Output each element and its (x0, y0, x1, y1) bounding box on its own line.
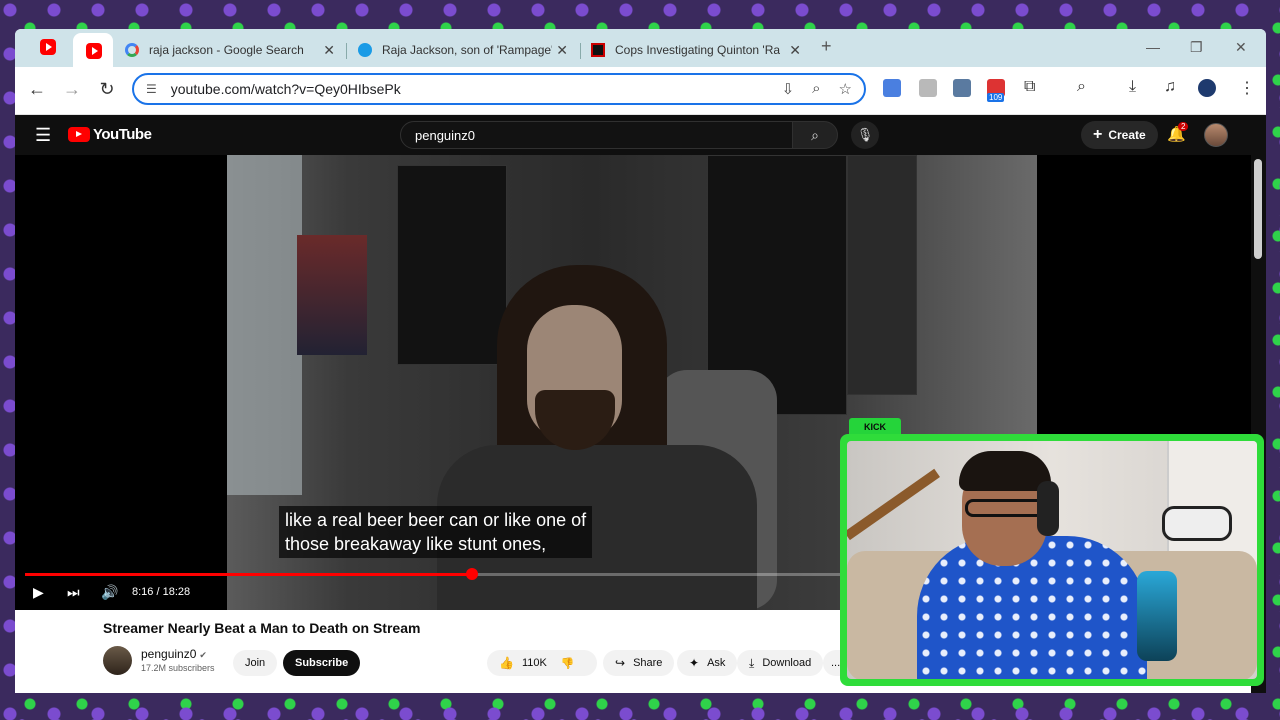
reload-icon[interactable]: ↻ (95, 79, 119, 100)
browser-menu-icon[interactable]: ⋮ (1239, 78, 1255, 98)
reactor-glasses (965, 499, 1045, 517)
volume-icon[interactable]: 🔊 (101, 584, 118, 601)
sparkle-icon: ✦ (689, 656, 700, 670)
minimize-icon[interactable]: — (1146, 39, 1160, 55)
microphone-icon[interactable]: 🎙 (851, 121, 879, 149)
video-title: Streamer Nearly Beat a Man to Death on S… (103, 620, 421, 636)
plus-icon: + (1093, 126, 1103, 143)
thumbs-up-icon: 👍 (499, 656, 514, 670)
notification-count-badge: 2 (1178, 122, 1189, 131)
ask-button[interactable]: ✦ Ask (677, 650, 738, 676)
forward-arrow-icon[interactable]: → (60, 79, 84, 100)
page-scrollbar[interactable] (1254, 159, 1262, 259)
extension-badge: 109 (987, 93, 1005, 102)
news-site-icon (358, 43, 372, 57)
download-arrow-icon: ⤓ (749, 655, 755, 670)
tab-cops-investigating[interactable]: Cops Investigating Quinton 'Ra ✕ (581, 33, 811, 67)
tab-separator (346, 43, 347, 59)
like-button[interactable]: 👍 110K 👎 (487, 650, 597, 676)
reactor-shirt (917, 536, 1147, 679)
news-site-icon (591, 43, 605, 57)
webcam-overlay (840, 434, 1264, 686)
share-button[interactable]: ↪ Share (603, 650, 675, 676)
claw-machine (227, 155, 302, 495)
video-caption: like a real beer beer can or like one of… (279, 506, 593, 558)
back-arrow-icon[interactable]: ← (25, 79, 49, 100)
search-icon[interactable]: ⌕ (792, 121, 838, 149)
close-tab-icon[interactable]: ✕ (323, 42, 335, 59)
tab-raja-jackson-article[interactable]: Raja Jackson, son of 'Rampage' ✕ (348, 33, 578, 67)
media-control-icon[interactable]: ♫ (1164, 78, 1176, 96)
extension-icon[interactable] (953, 79, 971, 97)
new-tab-button[interactable]: + (821, 36, 832, 57)
search-input[interactable] (400, 121, 793, 149)
hamburger-menu-icon[interactable]: ☰ (35, 125, 51, 146)
subscriber-count: 17.2M subscribers (141, 663, 215, 673)
guitar (847, 468, 940, 541)
progress-scrubber[interactable] (466, 568, 478, 580)
account-avatar[interactable] (1204, 123, 1228, 147)
verified-icon: ✔ (199, 650, 207, 660)
youtube-icon (86, 43, 102, 59)
browser-toolbar: ← → ↻ ☰ youtube.com/watch?v=Qey0HIbsePk … (15, 67, 1266, 115)
rgb-microphone (1137, 571, 1177, 661)
youtube-logo[interactable]: YouTube (68, 126, 152, 143)
extensions-puzzle-icon[interactable]: ⧉ (1024, 78, 1035, 96)
next-icon[interactable]: ⏭ (67, 584, 80, 601)
restore-icon[interactable]: ❐ (1190, 39, 1203, 56)
reactor-headphones (1037, 481, 1059, 536)
extension-icon[interactable] (919, 79, 937, 97)
youtube-play-icon (68, 127, 90, 142)
download-button[interactable]: ⤓ Download (737, 650, 824, 676)
time-display: 8:16 / 18:28 (132, 586, 191, 598)
tab-active-youtube[interactable] (73, 33, 113, 67)
install-app-icon[interactable]: ⇩ (782, 80, 795, 98)
progress-played (25, 573, 472, 576)
close-tab-icon[interactable]: ✕ (556, 42, 568, 59)
google-icon (125, 43, 139, 57)
reactor-hair (959, 451, 1051, 491)
site-info-icon[interactable]: ☰ (146, 82, 157, 96)
youtube-header: ☰ YouTube ⌕ 🎙 + Create 🔔 2 (15, 115, 1266, 155)
close-tab-icon[interactable]: ✕ (789, 42, 801, 59)
play-icon[interactable]: ▶ (33, 584, 44, 601)
close-window-icon[interactable]: ✕ (1235, 39, 1247, 56)
address-bar[interactable]: ☰ youtube.com/watch?v=Qey0HIbsePk ⇩ ⌕ ☆ (132, 73, 866, 105)
tab-search-icon[interactable]: ⌕ (1077, 78, 1086, 96)
webcam-feed (847, 441, 1257, 679)
tab-strip: raja jackson - Google Search ✕ Raja Jack… (15, 29, 1266, 67)
youtube-tab-icon[interactable] (40, 39, 56, 55)
join-button[interactable]: Join (233, 650, 278, 676)
zoom-icon[interactable]: ⌕ (812, 80, 820, 98)
vr-headset (1162, 506, 1232, 541)
channel-name[interactable]: penguinz0 ✔ (141, 647, 207, 661)
profile-avatar[interactable] (1198, 79, 1216, 97)
display-shelf (847, 155, 917, 395)
bookmark-star-icon[interactable]: ☆ (839, 80, 852, 98)
thumbs-down-icon[interactable]: 👎 (561, 657, 575, 670)
channel-avatar[interactable] (103, 646, 132, 675)
wall-poster (297, 235, 367, 355)
share-arrow-icon: ↪ (615, 656, 626, 670)
download-icon[interactable]: ⤓ (1129, 78, 1136, 96)
create-button[interactable]: + Create (1081, 121, 1158, 149)
subscribe-button[interactable]: Subscribe (283, 650, 361, 676)
display-shelf (397, 165, 507, 365)
translate-extension-icon[interactable] (883, 79, 901, 97)
url-text[interactable]: youtube.com/watch?v=Qey0HIbsePk (171, 81, 401, 97)
tab-google-search[interactable]: raja jackson - Google Search ✕ (115, 33, 345, 67)
